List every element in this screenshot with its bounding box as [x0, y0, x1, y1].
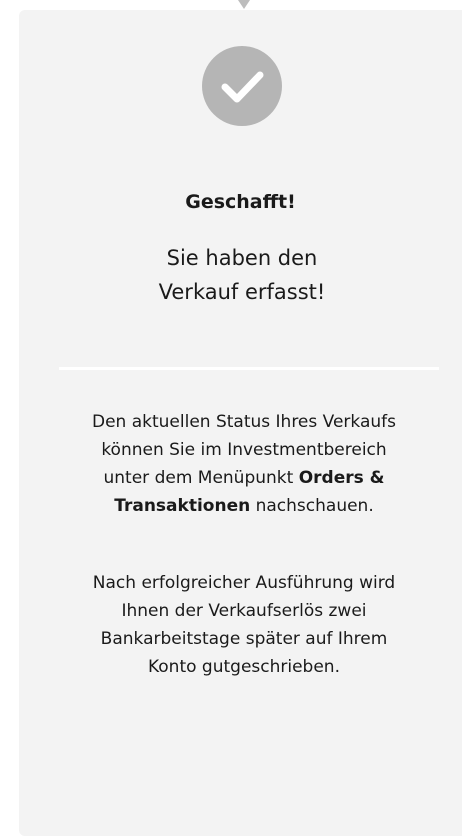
settlement-info-text: Nach erfolgreicher Ausführung wird Ihnen… [92, 573, 396, 677]
status-info-text: Den aktuellen Status Ihres Verkaufs könn… [79, 408, 409, 520]
success-subtitle: Sie haben den Verkauf erfasst! [158, 246, 326, 304]
divider [59, 367, 439, 370]
status-info-suffix: nachschauen. [250, 496, 374, 516]
success-card: Geschafft! Sie haben den Verkauf erfasst… [19, 10, 462, 836]
checkmark-icon [202, 46, 282, 126]
popover-pointer [238, 0, 250, 9]
success-title: Geschafft! [185, 191, 296, 213]
